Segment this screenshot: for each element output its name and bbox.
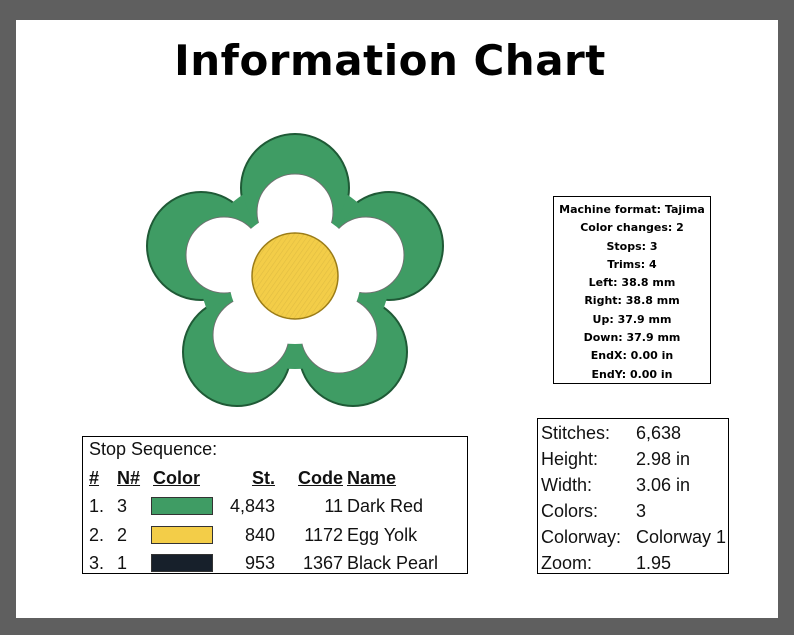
header-name: Name xyxy=(347,468,397,488)
page-title: Information Chart xyxy=(174,36,606,85)
flower-embroidery-icon xyxy=(146,133,444,407)
stat-label: Zoom: xyxy=(541,553,593,573)
stat-value: Colorway 1 xyxy=(636,527,727,547)
design-stats-box: Stitches: 6,638 Height: 2.98 in Width: 3… xyxy=(537,418,729,574)
color-swatch xyxy=(151,497,213,515)
stat-label: Stitches: xyxy=(541,423,611,443)
stop-sequence-header: # N# Color St. Code Name xyxy=(83,464,467,492)
stat-zoom: Zoom: 1.95 xyxy=(538,550,728,573)
trims: Trims: 4 xyxy=(607,257,657,271)
stat-label: Height: xyxy=(541,449,599,469)
table-row: 1. 3 4,843 11 Dark Red xyxy=(83,492,467,520)
row-name: Egg Yolk xyxy=(347,525,418,545)
stat-value: 3.06 in xyxy=(636,475,691,495)
row-code: 1367 xyxy=(302,553,343,573)
header-num: # xyxy=(89,468,100,488)
stat-value: 6,638 xyxy=(636,423,682,443)
row-num: 1. xyxy=(89,496,105,516)
stop-sequence-table: Stop Sequence: # N# Color St. Code Name … xyxy=(82,436,468,574)
row-name: Dark Red xyxy=(347,496,424,516)
row-stitches: 953 xyxy=(244,553,275,573)
row-code: 11 xyxy=(324,496,343,516)
stat-width: Width: 3.06 in xyxy=(538,472,728,498)
stat-value: 1.95 xyxy=(636,553,672,573)
color-changes: Color changes: 2 xyxy=(580,221,684,235)
up-extent: Up: 37.9 mm xyxy=(592,312,672,326)
row-name: Black Pearl xyxy=(347,553,439,573)
row-stitches: 840 xyxy=(244,525,275,545)
color-swatch xyxy=(151,554,213,572)
stat-value: 3 xyxy=(636,501,647,521)
table-row: 3. 1 953 1367 Black Pearl xyxy=(83,549,467,577)
machine-info-box: Machine format: Tajima Color changes: 2 … xyxy=(553,196,711,384)
stat-label: Colorway: xyxy=(541,527,622,547)
row-stitches: 4,843 xyxy=(229,496,275,516)
stops: Stops: 3 xyxy=(606,239,658,253)
end-x: EndX: 0.00 in xyxy=(590,349,674,363)
left-extent: Left: 38.8 mm xyxy=(588,276,676,290)
table-row: 2. 2 840 1172 Egg Yolk xyxy=(83,521,467,549)
stat-stitches: Stitches: 6,638 xyxy=(538,420,728,446)
stat-value: 2.98 in xyxy=(636,449,691,469)
row-needle: 3 xyxy=(117,496,128,516)
stat-colorway: Colorway: Colorway 1 xyxy=(538,524,728,550)
row-code: 1172 xyxy=(304,525,343,545)
header-code: Code xyxy=(298,468,343,488)
stop-sequence-title: Stop Sequence: xyxy=(89,439,218,459)
right-extent: Right: 38.8 mm xyxy=(584,294,680,308)
color-swatch xyxy=(151,526,213,544)
row-num: 2. xyxy=(89,525,105,545)
machine-format: Machine format: Tajima xyxy=(559,203,705,216)
stat-height: Height: 2.98 in xyxy=(538,446,728,472)
down-extent: Down: 37.9 mm xyxy=(583,331,681,345)
row-needle: 1 xyxy=(117,553,128,573)
header-color: Color xyxy=(153,468,200,488)
header-stitches: St. xyxy=(251,468,275,488)
stat-label: Colors: xyxy=(541,501,599,521)
stat-label: Width: xyxy=(541,475,593,495)
end-y: EndY: 0.00 in xyxy=(591,367,673,381)
row-needle: 2 xyxy=(117,525,128,545)
row-num: 3. xyxy=(89,553,105,573)
header-needle: N# xyxy=(117,468,141,488)
stat-colors: Colors: 3 xyxy=(538,498,728,524)
